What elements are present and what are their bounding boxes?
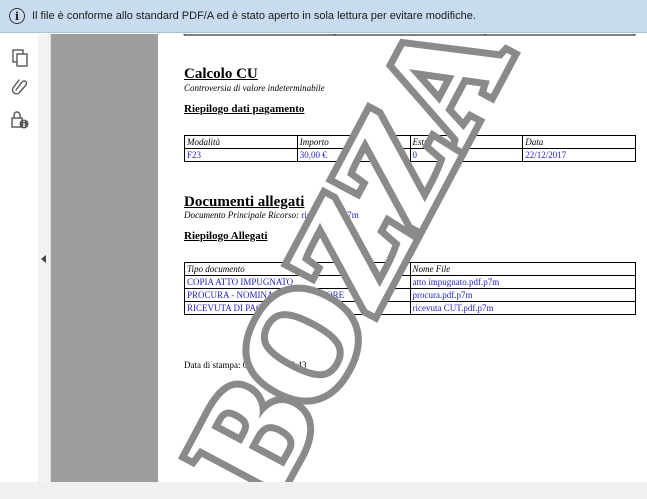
table-cell: 0 bbox=[409, 148, 524, 162]
calcolo-cu-subtitle: Controversia di valore indeterminabile bbox=[184, 83, 325, 93]
panel-collapse-handle[interactable] bbox=[38, 34, 51, 482]
pdf-page: Calcolo CU Controversia di valore indete… bbox=[158, 34, 647, 482]
left-tool-rail bbox=[0, 34, 39, 482]
previous-table-remnant bbox=[183, 34, 636, 36]
table-cell: COPIA ATTO IMPUGNATO bbox=[184, 275, 411, 289]
pdfa-info-message: Il file è conforme allo standard PDF/A e… bbox=[32, 10, 476, 22]
table-header-cell: Modalità bbox=[184, 135, 298, 149]
table-header-cell: Importo bbox=[296, 135, 411, 149]
table-cell: F23 bbox=[184, 148, 298, 162]
documento-principale-line: Documento Principale Ricorso: ricorso.pd… bbox=[184, 210, 359, 220]
table-row: F23 30,00 € 0 22/12/2017 bbox=[184, 148, 636, 162]
table-row: COPIA ATTO IMPUGNATO atto impugnato.pdf.… bbox=[184, 275, 636, 289]
table-row: PROCURA - NOMINA DEL DIFENSORE procura.p… bbox=[184, 288, 636, 302]
table-cell: 22/12/2017 bbox=[522, 148, 636, 162]
table-header-cell: Estremi bbox=[409, 135, 524, 149]
table-header-cell: Tipo documento bbox=[184, 262, 411, 276]
info-icon: i bbox=[9, 8, 25, 24]
pages-icon[interactable] bbox=[10, 48, 30, 68]
table-row: RICEVUTA DI PAGAMENTO CUT ricevuta CUT.p… bbox=[184, 301, 636, 315]
attachment-file-link[interactable]: procura.pdf.p7m bbox=[409, 288, 636, 302]
table-header-row: Modalità Importo Estremi Data bbox=[184, 135, 636, 149]
calcolo-cu-title: Calcolo CU bbox=[184, 66, 258, 82]
print-date: Data di stampa: 05/01/2018 18:43 bbox=[184, 360, 307, 370]
table-cell: RICEVUTA DI PAGAMENTO CUT bbox=[184, 301, 411, 315]
chevron-left-icon[interactable] bbox=[41, 255, 46, 263]
watermark-text: BOZZA bbox=[158, 34, 541, 482]
documenti-allegati-title: Documenti allegati bbox=[184, 194, 305, 210]
attachments-icon[interactable] bbox=[10, 77, 30, 97]
riepilogo-pagamento-title: Riepilogo dati pagamento bbox=[184, 103, 305, 115]
documento-principale-link[interactable]: ricorso.pdf.p7m bbox=[301, 210, 359, 220]
bottom-strip bbox=[0, 482, 647, 499]
attachment-file-link[interactable]: ricevuta CUT.pdf.p7m bbox=[409, 301, 636, 315]
table-header-cell: Data bbox=[522, 135, 636, 149]
table-cell: 30,00 € bbox=[296, 148, 411, 162]
documento-principale-label: Documento Principale Ricorso: bbox=[184, 210, 299, 220]
table-header-row: Tipo documento Nome File bbox=[184, 262, 636, 276]
table-cell: PROCURA - NOMINA DEL DIFENSORE bbox=[184, 288, 411, 302]
security-icon[interactable] bbox=[10, 110, 30, 130]
riepilogo-allegati-title: Riepilogo Allegati bbox=[184, 230, 268, 242]
payment-table: Modalità Importo Estremi Data F23 30,00 … bbox=[184, 135, 636, 162]
draft-watermark: BOZZA bbox=[158, 34, 548, 482]
pdfa-info-bar: i Il file è conforme allo standard PDF/A… bbox=[0, 0, 647, 33]
table-header-cell: Nome File bbox=[409, 262, 636, 276]
viewer-background bbox=[51, 34, 158, 482]
attachment-file-link[interactable]: atto impugnato.pdf.p7m bbox=[409, 275, 636, 289]
attachments-table: Tipo documento Nome File COPIA ATTO IMPU… bbox=[184, 262, 636, 315]
